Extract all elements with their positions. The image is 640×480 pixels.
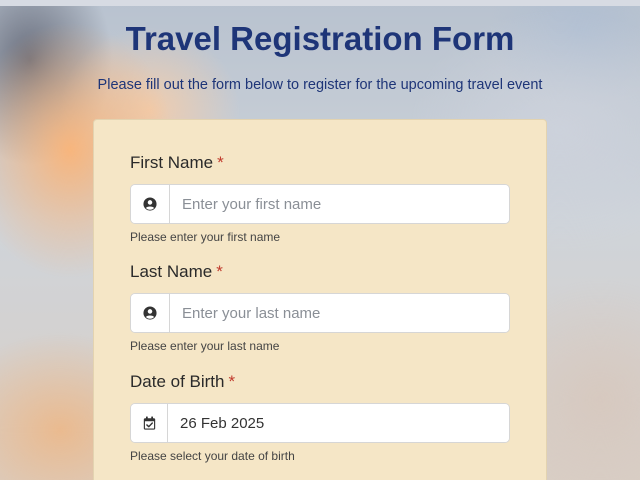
user-circle-icon — [131, 185, 170, 223]
user-circle-icon — [131, 294, 170, 332]
date-of-birth-help: Please select your date of birth — [130, 449, 295, 463]
required-asterisk: * — [216, 262, 223, 281]
last-name-help: Please enter your last name — [130, 339, 280, 353]
first-name-help: Please enter your first name — [130, 230, 281, 244]
top-strip — [0, 0, 640, 6]
last-name-field: Last Name* Please enter your last name — [130, 261, 510, 353]
required-asterisk: * — [228, 372, 236, 391]
first-name-input-group — [130, 184, 510, 224]
calendar-check-icon[interactable] — [131, 404, 168, 442]
page-title: Travel Registration Form — [125, 20, 515, 57]
first-name-input[interactable] — [170, 185, 509, 223]
date-of-birth-input-group — [130, 403, 510, 443]
last-name-label: Last Name * — [130, 262, 223, 281]
date-of-birth-field: Date of Birth* Please select your date o… — [130, 371, 510, 463]
first-name-label: First Name * — [130, 153, 224, 172]
last-name-input-group — [130, 293, 510, 333]
registration-form-card: First Name* Please enter your first name… — [93, 119, 547, 480]
last-name-input[interactable] — [170, 294, 509, 332]
date-of-birth-label: Date of Birth * — [130, 372, 236, 391]
date-of-birth-input[interactable] — [168, 404, 509, 442]
required-asterisk: * — [217, 153, 224, 172]
page-subtitle: Please fill out the form below to regist… — [97, 77, 543, 93]
first-name-field: First Name* Please enter your first name — [130, 152, 510, 244]
